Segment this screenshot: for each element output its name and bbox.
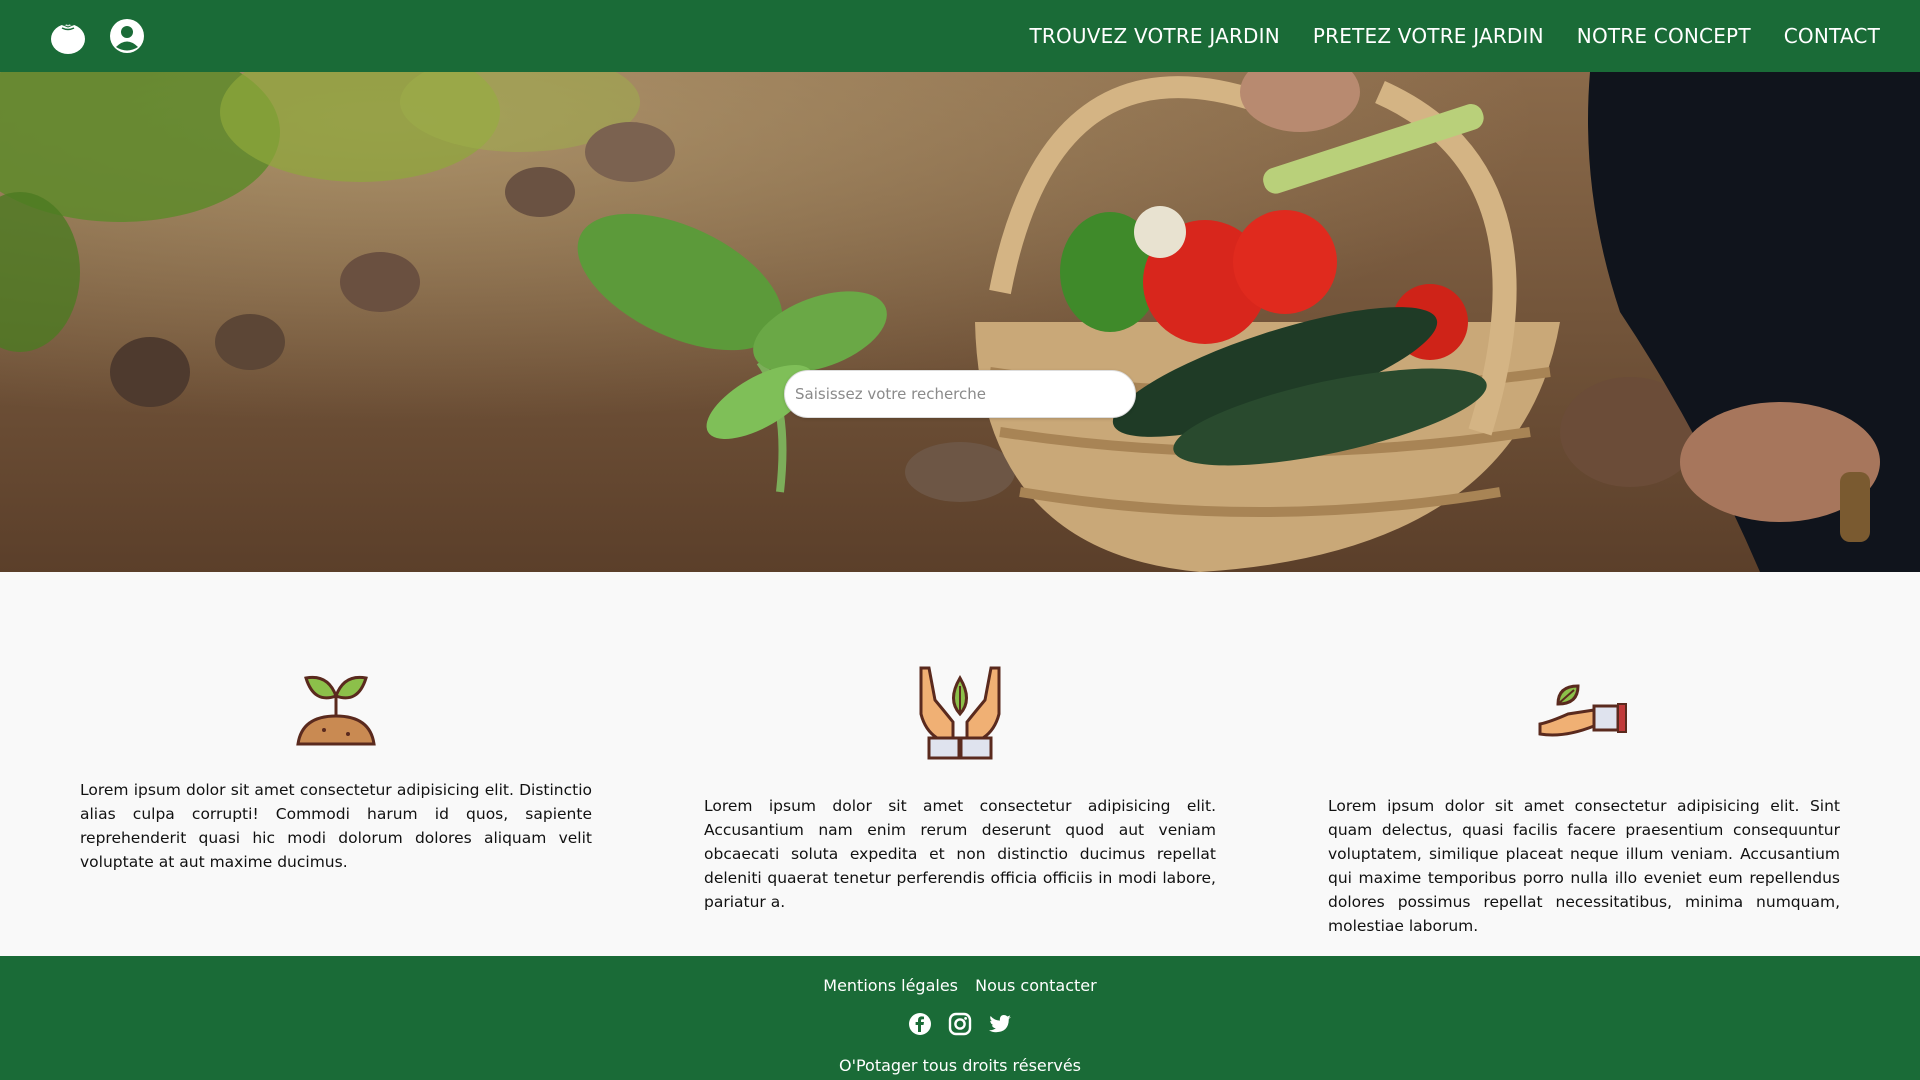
hands-leaf-icon	[919, 666, 1001, 760]
features-section: Lorem ipsum dolor sit amet consectetur a…	[0, 572, 1920, 956]
feature-text-2: Lorem ipsum dolor sit amet consectetur a…	[704, 797, 1216, 911]
vegetable-basket-garden-photo	[0, 72, 1920, 572]
instagram-icon[interactable]	[948, 1012, 972, 1036]
nav-lend-garden[interactable]: PRETEZ VOTRE JARDIN	[1313, 24, 1544, 48]
twitter-icon[interactable]	[988, 1012, 1012, 1036]
search-bar[interactable]	[784, 370, 1136, 418]
feature-text-1: Lorem ipsum dolor sit amet consectetur a…	[80, 781, 592, 871]
facebook-icon[interactable]	[908, 1012, 932, 1036]
nav-find-garden[interactable]: TROUVEZ VOTRE JARDIN	[1029, 24, 1279, 48]
hand-leaf-icon	[1538, 684, 1627, 737]
tomato-icon[interactable]	[48, 16, 88, 56]
top-navbar: TROUVEZ VOTRE JARDIN PRETEZ VOTRE JARDIN…	[0, 0, 1920, 72]
nav-our-concept[interactable]: NOTRE CONCEPT	[1577, 24, 1751, 48]
feature-card-3: Lorem ipsum dolor sit amet consectetur a…	[1328, 664, 1840, 938]
legal-notice-link[interactable]: Mentions légales	[823, 976, 958, 995]
user-circle-icon[interactable]	[109, 18, 145, 54]
contact-us-link[interactable]: Nous contacter	[975, 976, 1097, 995]
social-links	[0, 1012, 1920, 1036]
feature-card-2: Lorem ipsum dolor sit amet consectetur a…	[704, 664, 1216, 914]
feature-text-3: Lorem ipsum dolor sit amet consectetur a…	[1328, 797, 1840, 935]
footer: Mentions légales Nous contacter O'Potage…	[0, 956, 1920, 1080]
hero-banner	[0, 72, 1920, 572]
main-nav: TROUVEZ VOTRE JARDIN PRETEZ VOTRE JARDIN…	[1029, 0, 1880, 72]
feature-card-1: Lorem ipsum dolor sit amet consectetur a…	[80, 664, 592, 874]
search-input[interactable]	[795, 385, 1115, 403]
nav-contact[interactable]: CONTACT	[1784, 24, 1880, 48]
sprout-icon	[296, 675, 376, 746]
copyright-text: O'Potager tous droits réservés	[838, 1056, 1081, 1075]
footer-links: Mentions légales Nous contacter	[0, 976, 1920, 995]
